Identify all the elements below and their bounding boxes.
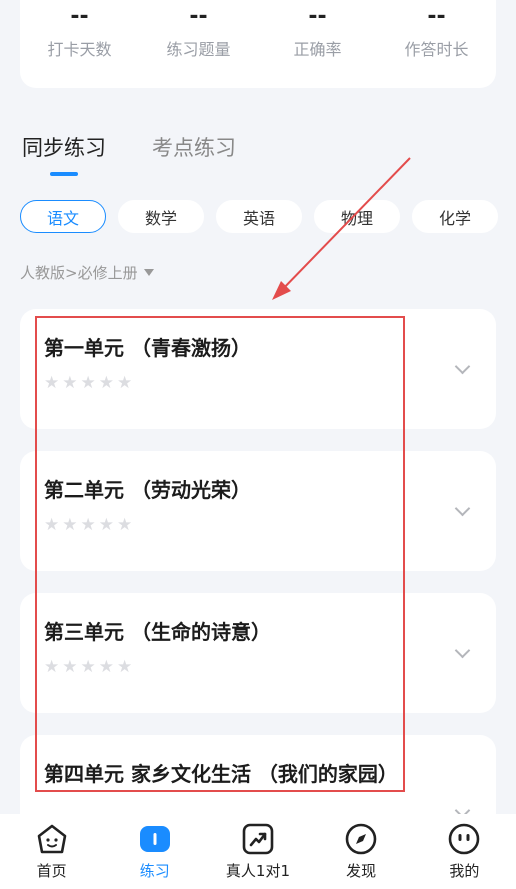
star-icon: ★ <box>117 515 133 535</box>
stat-label: 正确率 <box>293 40 342 59</box>
chevron-down-icon[interactable] <box>454 358 471 375</box>
trend-icon <box>241 822 275 856</box>
stats-card: -- 打卡天数 -- 练习题量 -- 正确率 -- 作答时长 <box>20 0 496 88</box>
unit-title: 第二单元 （劳动光荣） <box>44 478 251 502</box>
tab-sync-practice[interactable]: 同步练习 <box>22 132 106 176</box>
stat-checkin-days: -- 打卡天数 <box>25 6 135 60</box>
tab-topic-practice[interactable]: 考点练习 <box>152 132 236 162</box>
subject-chip-math[interactable]: 数学 <box>118 200 204 233</box>
subject-chip-english[interactable]: 英语 <box>216 200 302 233</box>
chevron-down-icon[interactable] <box>454 500 471 517</box>
nav-label: 真人1对1 <box>225 862 291 880</box>
nav-label: 首页 <box>36 862 67 880</box>
star-icon: ★ <box>62 373 78 393</box>
nav-profile[interactable]: 我的 <box>414 822 514 881</box>
unit-title: 第一单元 （青春激扬） <box>44 336 251 360</box>
compass-icon <box>344 822 378 856</box>
subject-chip-physics[interactable]: 物理 <box>314 200 400 233</box>
star-rating: ★ ★ ★ ★ ★ <box>44 517 132 534</box>
stat-value: -- <box>70 4 89 29</box>
stat-value: -- <box>189 4 208 29</box>
nav-label: 练习 <box>139 862 170 880</box>
nav-label: 我的 <box>449 862 480 880</box>
profile-face-icon <box>447 822 481 856</box>
practice-icon <box>138 822 172 856</box>
star-icon: ★ <box>98 515 114 535</box>
nav-practice[interactable]: 练习 <box>105 822 205 881</box>
nav-tutor[interactable]: 真人1对1 <box>208 822 308 881</box>
stat-question-count: -- 练习题量 <box>144 6 254 60</box>
star-icon: ★ <box>117 373 133 393</box>
star-icon: ★ <box>98 373 114 393</box>
nav-home[interactable]: 首页 <box>2 822 102 881</box>
stat-answer-time: -- 作答时长 <box>382 6 492 60</box>
unit-title: 第四单元 家乡文化生活 （我们的家园） <box>44 762 398 786</box>
subject-chip-chemistry[interactable]: 化学 <box>412 200 498 233</box>
stat-label: 打卡天数 <box>47 40 112 59</box>
star-rating: ★ ★ ★ ★ ★ <box>44 375 132 392</box>
star-icon: ★ <box>44 657 60 677</box>
unit-card[interactable]: 第一单元 （青春激扬） ★ ★ ★ ★ ★ <box>20 309 496 429</box>
nav-discover[interactable]: 发现 <box>311 822 411 881</box>
star-icon: ★ <box>62 515 78 535</box>
star-icon: ★ <box>80 657 96 677</box>
subject-chip-chinese[interactable]: 语文 <box>20 200 106 233</box>
tab-active-indicator <box>50 172 78 176</box>
bottom-nav: 首页 练习 真人1对1 发现 我的 <box>0 814 516 889</box>
star-rating: ★ ★ ★ ★ ★ <box>44 659 132 676</box>
stat-label: 练习题量 <box>166 40 231 59</box>
star-icon: ★ <box>62 657 78 677</box>
subject-chips: 语文 数学 英语 物理 化学 <box>20 200 516 233</box>
caret-down-icon <box>143 269 154 276</box>
stat-value: -- <box>308 4 327 29</box>
star-icon: ★ <box>98 657 114 677</box>
edition-selector[interactable]: 人教版>必修上册 <box>20 262 154 283</box>
star-icon: ★ <box>80 373 96 393</box>
main-tabs: 同步练习 考点练习 <box>22 132 236 176</box>
stat-accuracy: -- 正确率 <box>263 6 373 60</box>
tab-label: 考点练习 <box>152 136 236 160</box>
star-icon: ★ <box>117 657 133 677</box>
home-face-icon <box>35 822 69 856</box>
chevron-down-icon[interactable] <box>454 642 471 659</box>
star-icon: ★ <box>44 515 60 535</box>
stat-label: 作答时长 <box>404 40 469 59</box>
star-icon: ★ <box>44 373 60 393</box>
unit-card[interactable]: 第三单元 （生命的诗意） ★ ★ ★ ★ ★ <box>20 593 496 713</box>
tab-label: 同步练习 <box>22 136 106 160</box>
star-icon: ★ <box>80 515 96 535</box>
edition-label: 人教版>必修上册 <box>20 264 138 282</box>
unit-title: 第三单元 （生命的诗意） <box>44 620 271 644</box>
stat-value: -- <box>427 4 446 29</box>
nav-label: 发现 <box>346 862 377 880</box>
unit-card[interactable]: 第二单元 （劳动光荣） ★ ★ ★ ★ ★ <box>20 451 496 571</box>
